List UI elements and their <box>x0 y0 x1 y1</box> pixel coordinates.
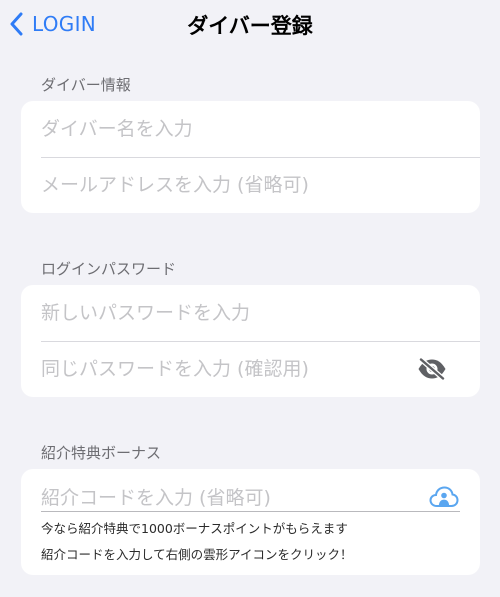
diver-name-field <box>41 101 460 157</box>
referral-submit-button[interactable] <box>428 484 460 510</box>
navigation-bar: LOGIN ダイバー登録 <box>0 0 500 50</box>
page-title: ダイバー登録 <box>187 14 313 38</box>
diver-name-input[interactable] <box>41 118 460 140</box>
referral-hint-line1: 今なら紹介特典で1000ボーナスポイントがもらえます <box>41 521 348 536</box>
email-field <box>41 157 460 213</box>
section-header-diver-info: ダイバー情報 <box>41 76 131 94</box>
diver-info-card <box>21 101 480 213</box>
confirm-password-field <box>41 341 420 397</box>
referral-code-input[interactable] <box>41 487 420 509</box>
referral-hint-line2: 紹介コードを入力して右側の雲形アイコンをクリック！ <box>41 547 353 562</box>
referral-code-field <box>41 472 420 524</box>
referral-card: 今なら紹介特典で1000ボーナスポイントがもらえます 紹介コードを入力して右側の… <box>21 469 480 575</box>
confirm-password-input[interactable] <box>41 358 420 380</box>
new-password-input[interactable] <box>41 302 460 324</box>
email-input[interactable] <box>41 174 460 196</box>
password-card <box>21 285 480 397</box>
new-password-field <box>41 285 460 341</box>
section-header-password: ログインパスワード <box>41 260 177 278</box>
eye-slash-icon <box>418 358 446 380</box>
password-visibility-toggle[interactable] <box>412 355 452 383</box>
cloud-person-icon <box>429 486 459 507</box>
referral-underline <box>41 511 460 512</box>
section-header-referral: 紹介特典ボーナス <box>41 444 162 462</box>
